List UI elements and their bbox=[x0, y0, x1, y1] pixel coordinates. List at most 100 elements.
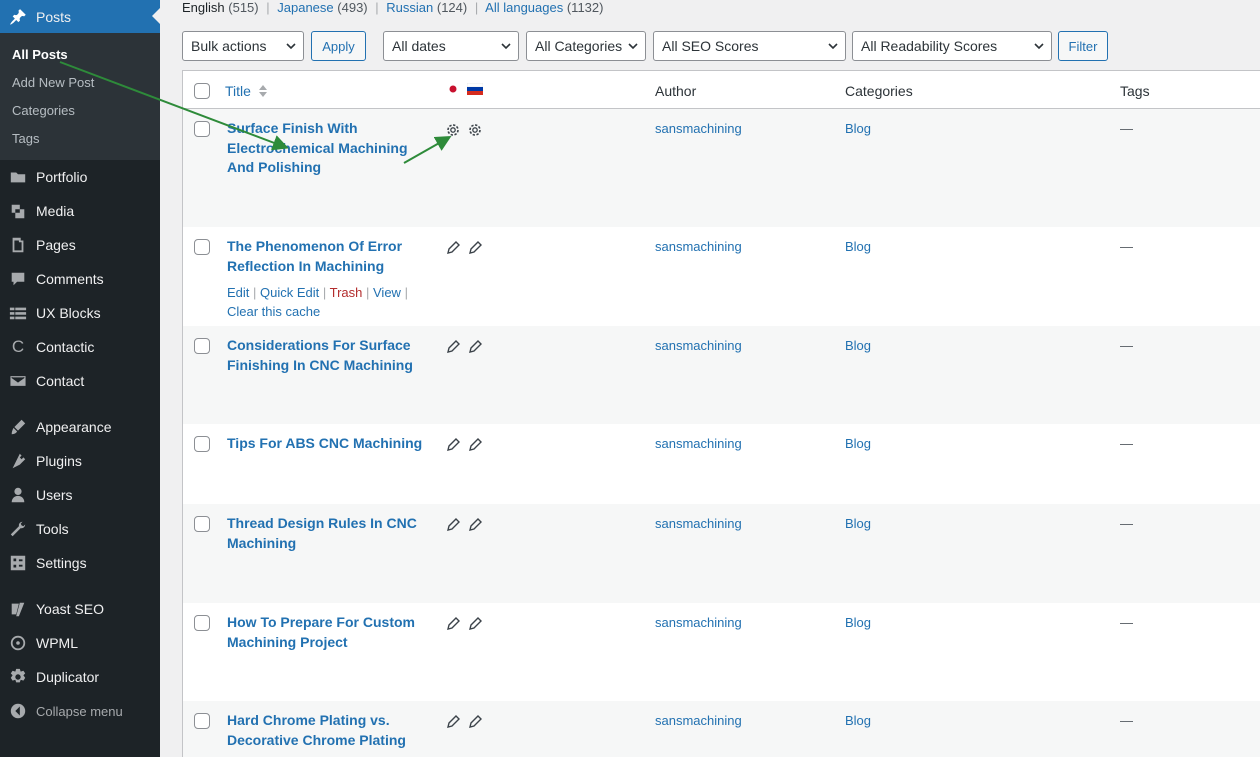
japan-flag-icon[interactable] bbox=[445, 83, 461, 95]
post-title-link[interactable]: Hard Chrome Plating vs. Decorative Chrom… bbox=[227, 711, 417, 750]
collapse-menu-button[interactable]: Collapse menu bbox=[0, 694, 160, 728]
menu-portfolio[interactable]: Portfolio bbox=[0, 160, 160, 194]
post-category-link[interactable]: Blog bbox=[845, 516, 871, 531]
menu-duplicator-label: Duplicator bbox=[36, 669, 100, 685]
seo-scores-value: All SEO Scores bbox=[662, 38, 759, 54]
categories-select[interactable]: All Categories bbox=[526, 31, 646, 61]
submenu-tags[interactable]: Tags bbox=[0, 124, 160, 152]
edit-link[interactable]: Edit bbox=[227, 285, 249, 300]
table-row: The Phenomenon Of Error Reflection In Ma… bbox=[183, 227, 1260, 326]
pencil-icon[interactable] bbox=[445, 240, 461, 256]
menu-contactic-label: Contactic bbox=[36, 339, 95, 355]
post-author-link[interactable]: sansmachining bbox=[655, 615, 742, 630]
lang-russian[interactable]: Russian bbox=[386, 0, 433, 15]
post-title-link[interactable]: The Phenomenon Of Error Reflection In Ma… bbox=[227, 237, 417, 276]
menu-posts[interactable]: Posts bbox=[0, 0, 160, 33]
post-category-link[interactable]: Blog bbox=[845, 239, 871, 254]
row-checkbox[interactable] bbox=[194, 436, 210, 452]
pencil-icon[interactable] bbox=[467, 517, 483, 533]
trash-link[interactable]: Trash bbox=[330, 285, 363, 300]
column-categories-header: Categories bbox=[845, 83, 913, 99]
menu-contactic[interactable]: C Contactic bbox=[0, 330, 160, 364]
categories-value: All Categories bbox=[535, 38, 623, 54]
clear-cache-link[interactable]: Clear this cache bbox=[227, 304, 320, 319]
pencil-icon[interactable] bbox=[467, 616, 483, 632]
post-title-link[interactable]: Surface Finish With Electrochemical Mach… bbox=[227, 119, 417, 178]
pencil-icon[interactable] bbox=[467, 437, 483, 453]
row-checkbox[interactable] bbox=[194, 713, 210, 729]
chevron-down-icon bbox=[286, 43, 296, 50]
lang-all-count: (1132) bbox=[566, 0, 604, 15]
pencil-icon[interactable] bbox=[445, 437, 461, 453]
russia-flag-icon[interactable] bbox=[467, 83, 483, 95]
dates-select[interactable]: All dates bbox=[383, 31, 519, 61]
post-category-link[interactable]: Blog bbox=[845, 121, 871, 136]
filter-button[interactable]: Filter bbox=[1058, 31, 1108, 61]
pencil-icon[interactable] bbox=[467, 240, 483, 256]
pencil-icon[interactable] bbox=[445, 616, 461, 632]
menu-comments[interactable]: Comments bbox=[0, 262, 160, 296]
post-title-link[interactable]: How To Prepare For Custom Machining Proj… bbox=[227, 613, 417, 652]
seo-scores-select[interactable]: All SEO Scores bbox=[653, 31, 846, 61]
menu-duplicator[interactable]: Duplicator bbox=[0, 660, 160, 694]
menu-tools[interactable]: Tools bbox=[0, 512, 160, 546]
pencil-icon[interactable] bbox=[445, 517, 461, 533]
menu-ux-blocks-label: UX Blocks bbox=[36, 305, 101, 321]
menu-contact[interactable]: Contact bbox=[0, 364, 160, 398]
menu-plugins[interactable]: Plugins bbox=[0, 444, 160, 478]
pencil-icon[interactable] bbox=[445, 339, 461, 355]
column-title-header[interactable]: Title bbox=[225, 83, 268, 99]
post-category-link[interactable]: Blog bbox=[845, 338, 871, 353]
menu-wpml[interactable]: WPML bbox=[0, 626, 160, 660]
post-category-link[interactable]: Blog bbox=[845, 615, 871, 630]
menu-users[interactable]: Users bbox=[0, 478, 160, 512]
row-checkbox[interactable] bbox=[194, 121, 210, 137]
post-author-link[interactable]: sansmachining bbox=[655, 121, 742, 136]
row-checkbox[interactable] bbox=[194, 239, 210, 255]
lang-all[interactable]: All languages bbox=[485, 0, 563, 15]
post-author-link[interactable]: sansmachining bbox=[655, 239, 742, 254]
pencil-icon[interactable] bbox=[445, 714, 461, 730]
menu-settings[interactable]: Settings bbox=[0, 546, 160, 580]
select-all-checkbox[interactable] bbox=[194, 83, 210, 99]
menu-portfolio-label: Portfolio bbox=[36, 169, 88, 185]
submenu-categories[interactable]: Categories bbox=[0, 96, 160, 124]
post-title-link[interactable]: Tips For ABS CNC Machining bbox=[227, 434, 427, 454]
pages-icon bbox=[8, 235, 28, 255]
submenu-all-posts[interactable]: All Posts bbox=[0, 40, 160, 68]
post-title-link[interactable]: Considerations For Surface Finishing In … bbox=[227, 336, 417, 375]
post-title-link[interactable]: Thread Design Rules In CNC Machining bbox=[227, 514, 417, 553]
menu-media-label: Media bbox=[36, 203, 75, 219]
view-link[interactable]: View bbox=[373, 285, 401, 300]
post-author-link[interactable]: sansmachining bbox=[655, 516, 742, 531]
post-author-link[interactable]: sansmachining bbox=[655, 338, 742, 353]
row-checkbox[interactable] bbox=[194, 516, 210, 532]
lang-japanese-count: (493) bbox=[337, 0, 368, 15]
pencil-icon[interactable] bbox=[467, 714, 483, 730]
settings-icon bbox=[8, 553, 28, 573]
readability-scores-select[interactable]: All Readability Scores bbox=[852, 31, 1052, 61]
pencil-icon[interactable] bbox=[467, 339, 483, 355]
ux-blocks-icon bbox=[8, 303, 28, 323]
post-author-link[interactable]: sansmachining bbox=[655, 713, 742, 728]
table-row: Surface Finish With Electrochemical Mach… bbox=[183, 109, 1260, 227]
bulk-actions-select[interactable]: Bulk actions bbox=[182, 31, 304, 61]
gear-icon[interactable] bbox=[445, 122, 461, 138]
appearance-icon bbox=[8, 417, 28, 437]
quick-edit-link[interactable]: Quick Edit bbox=[260, 285, 319, 300]
post-author-link[interactable]: sansmachining bbox=[655, 436, 742, 451]
menu-ux-blocks[interactable]: UX Blocks bbox=[0, 296, 160, 330]
menu-yoast-label: Yoast SEO bbox=[36, 601, 104, 617]
post-category-link[interactable]: Blog bbox=[845, 713, 871, 728]
submenu-add-new-post[interactable]: Add New Post bbox=[0, 68, 160, 96]
menu-appearance[interactable]: Appearance bbox=[0, 410, 160, 444]
gear-icon[interactable] bbox=[467, 122, 483, 138]
menu-yoast-seo[interactable]: Yoast SEO bbox=[0, 592, 160, 626]
menu-media[interactable]: Media bbox=[0, 194, 160, 228]
menu-pages[interactable]: Pages bbox=[0, 228, 160, 262]
row-checkbox[interactable] bbox=[194, 338, 210, 354]
post-category-link[interactable]: Blog bbox=[845, 436, 871, 451]
lang-japanese[interactable]: Japanese bbox=[277, 0, 333, 15]
row-checkbox[interactable] bbox=[194, 615, 210, 631]
apply-button[interactable]: Apply bbox=[311, 31, 366, 61]
